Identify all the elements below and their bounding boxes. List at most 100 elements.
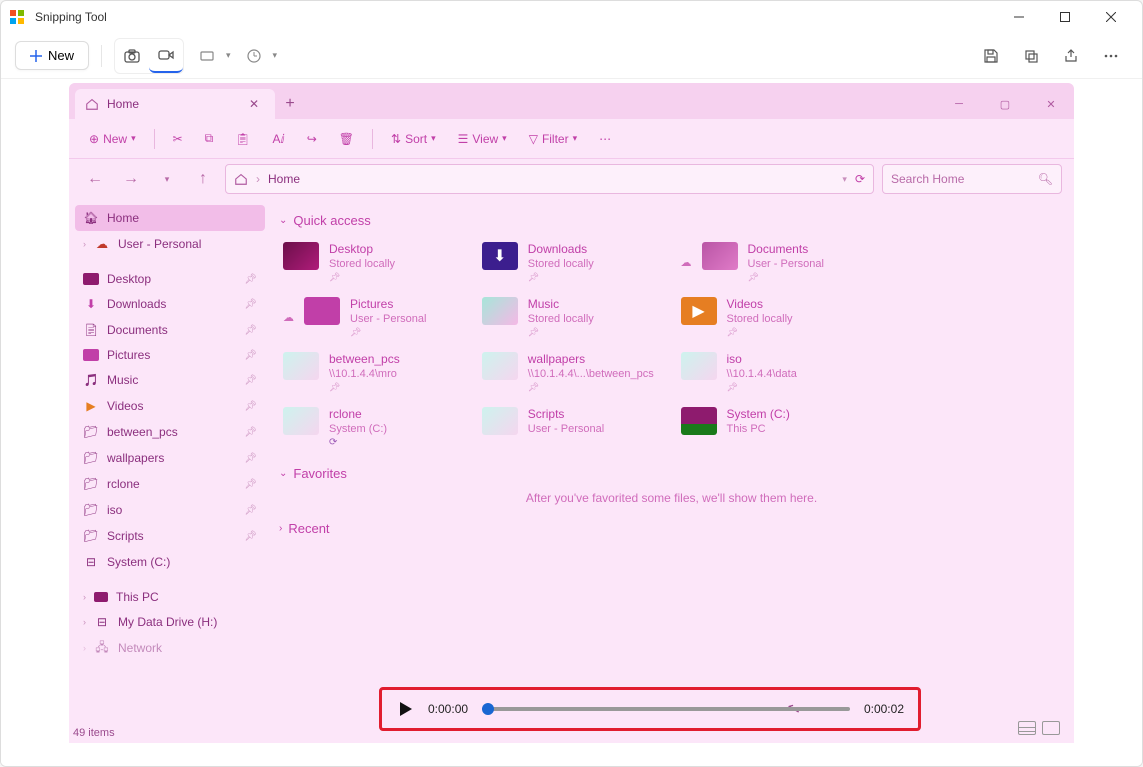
cmd-share[interactable]: ↪ — [299, 128, 325, 150]
sync-icon: ⟳ — [329, 437, 387, 448]
qa-system-c[interactable]: System (C:)This PC — [677, 403, 866, 452]
cmd-delete[interactable]: 🗑︎ — [331, 128, 362, 150]
close-button[interactable] — [1088, 1, 1134, 33]
section-favorites[interactable]: ⌄ Favorites — [279, 466, 1064, 481]
sidebar-item-wallpapers[interactable]: 📁︎wallpapers📌︎ — [75, 445, 265, 471]
seek-thumb[interactable] — [482, 703, 494, 715]
nav-up-button[interactable]: ↑ — [189, 165, 217, 193]
sidebar-item-scripts[interactable]: 📁︎Scripts📌︎ — [75, 523, 265, 549]
search-box[interactable]: Search Home 🔍︎ — [882, 164, 1062, 194]
nav-back-button[interactable]: ← — [81, 165, 109, 193]
sidebar-item-between-pcs[interactable]: 📁︎between_pcs📌︎ — [75, 419, 265, 445]
refresh-button[interactable]: ⟳ — [855, 172, 865, 186]
cmd-rename[interactable]: Aⅈ — [264, 128, 292, 150]
seek-track[interactable] — [482, 707, 850, 711]
cmd-sort[interactable]: ⇅Sort▾ — [383, 128, 444, 150]
cmd-filter[interactable]: ▽Filter▾ — [521, 128, 585, 150]
new-tab-button[interactable]: + — [275, 89, 305, 119]
folder-icon — [681, 352, 717, 380]
sidebar-item-network[interactable]: ›🖧︎Network — [75, 635, 265, 661]
time-total: 0:00:02 — [864, 702, 904, 716]
qa-documents[interactable]: ☁DocumentsUser - Personal📌︎ — [677, 238, 866, 287]
qa-iso[interactable]: iso\\10.1.4.4\data📌︎ — [677, 348, 866, 397]
explorer-minimize-button[interactable]: ─ — [936, 89, 982, 119]
nav-forward-button[interactable]: → — [117, 165, 145, 193]
sidebar-item-downloads[interactable]: ⬇Downloads📌︎ — [75, 291, 265, 317]
captured-explorer-window: Home ✕ + ─ ▢ ✕ ⊕ New ▾ ✂ ⧉ — [69, 83, 1074, 743]
new-button[interactable]: New — [15, 41, 89, 70]
sidebar-item-home[interactable]: 🏠︎ Home — [75, 205, 265, 231]
minimize-button[interactable] — [996, 1, 1042, 33]
qa-desktop[interactable]: DesktopStored locally📌︎ — [279, 238, 468, 287]
plus-icon — [30, 50, 42, 62]
explorer-maximize-button[interactable]: ▢ — [982, 89, 1028, 119]
cmd-cut[interactable]: ✂ — [165, 128, 191, 150]
sidebar-item-system-c[interactable]: ⊟System (C:) — [75, 549, 265, 575]
folder-icon — [482, 407, 518, 435]
qa-wallpapers[interactable]: wallpapers\\10.1.4.4\...\between_pcs📌︎ — [478, 348, 667, 397]
cmd-more[interactable]: ⋯ — [591, 128, 619, 150]
pin-icon: 📌︎ — [244, 531, 257, 542]
plus-circle-icon: ⊕ — [89, 132, 99, 146]
chevron-right-icon: › — [83, 239, 86, 249]
ellipsis-icon — [1103, 48, 1119, 64]
qa-rclone[interactable]: rcloneSystem (C:)⟳ — [279, 403, 468, 452]
chevron-down-icon[interactable]: ▾ — [842, 174, 847, 185]
maximize-button[interactable] — [1042, 1, 1088, 33]
qa-pictures[interactable]: ☁PicturesUser - Personal📌︎ — [279, 293, 468, 342]
explorer-tab[interactable]: Home ✕ — [75, 89, 275, 119]
record-mode-button[interactable] — [149, 39, 183, 73]
clipboard-icon: 📋︎ — [235, 132, 250, 146]
chevron-down-icon[interactable]: ▾ — [226, 50, 231, 61]
copy-button[interactable] — [1014, 39, 1048, 73]
cmd-new[interactable]: ⊕ New ▾ — [81, 128, 144, 150]
sidebar-item-documents[interactable]: 📄︎Documents📌︎ — [75, 317, 265, 343]
save-button[interactable] — [974, 39, 1008, 73]
sidebar-item-pictures[interactable]: Pictures📌︎ — [75, 343, 265, 367]
sidebar-item-my-data-drive[interactable]: ›⊟My Data Drive (H:) — [75, 609, 265, 635]
snip-mode-button[interactable] — [115, 39, 149, 73]
pin-icon: 📌︎ — [244, 274, 257, 285]
explorer-close-button[interactable]: ✕ — [1028, 89, 1074, 119]
breadcrumb-home[interactable]: Home — [268, 172, 300, 186]
video-icon — [157, 46, 175, 64]
section-quick-access[interactable]: ⌄ Quick access — [279, 213, 1064, 228]
explorer-command-bar: ⊕ New ▾ ✂ ⧉ 📋︎ Aⅈ ↪ 🗑︎ ⇅Sort▾ ☰View▾ ▽Fi… — [69, 119, 1074, 159]
copy-icon: ⧉ — [205, 131, 214, 146]
download-icon: ⬇ — [83, 296, 99, 312]
search-icon: 🔍︎ — [1038, 172, 1053, 186]
cmd-paste[interactable]: 📋︎ — [227, 128, 258, 150]
section-recent[interactable]: › Recent — [279, 521, 1064, 536]
details-view-button[interactable] — [1018, 721, 1036, 735]
cmd-view[interactable]: ☰View▾ — [450, 128, 515, 150]
qa-between-pcs[interactable]: between_pcs\\10.1.4.4\mro📌︎ — [279, 348, 468, 397]
play-button[interactable] — [396, 700, 414, 718]
cmd-copy[interactable]: ⧉ — [197, 127, 222, 150]
qa-music[interactable]: MusicStored locally📌︎ — [478, 293, 667, 342]
sidebar-item-this-pc[interactable]: ›This PC — [75, 585, 265, 609]
qa-downloads[interactable]: ⬇DownloadsStored locally📌︎ — [478, 238, 667, 287]
chevron-down-icon[interactable]: ▾ — [273, 50, 278, 61]
address-bar[interactable]: › Home ▾ ⟳ — [225, 164, 874, 194]
camera-icon — [123, 47, 141, 65]
sidebar-item-videos[interactable]: ▶Videos📌︎ — [75, 393, 265, 419]
chevron-right-icon: › — [83, 617, 86, 627]
qa-scripts[interactable]: ScriptsUser - Personal — [478, 403, 667, 452]
shape-dropdown[interactable] — [190, 39, 224, 73]
scissors-icon: ✂ — [173, 132, 183, 146]
sidebar-item-user-personal[interactable]: › ☁ User - Personal — [75, 231, 265, 257]
share-button[interactable] — [1054, 39, 1088, 73]
nav-history-button[interactable]: ▾ — [153, 165, 181, 193]
sidebar-item-iso[interactable]: 📁︎iso📌︎ — [75, 497, 265, 523]
pin-icon: 📌︎ — [244, 479, 257, 490]
tab-close-button[interactable]: ✕ — [249, 97, 259, 111]
cloud-sync-icon: ☁ — [681, 256, 692, 269]
sidebar-item-music[interactable]: 🎵︎Music📌︎ — [75, 367, 265, 393]
more-button[interactable] — [1094, 39, 1128, 73]
sidebar-item-rclone[interactable]: 📁︎rclone📌︎ — [75, 471, 265, 497]
chevron-down-icon: ▾ — [131, 133, 136, 144]
thumbnails-view-button[interactable] — [1042, 721, 1060, 735]
qa-videos[interactable]: ▶VideosStored locally📌︎ — [677, 293, 866, 342]
delay-dropdown[interactable] — [237, 39, 271, 73]
sidebar-item-desktop[interactable]: Desktop📌︎ — [75, 267, 265, 291]
